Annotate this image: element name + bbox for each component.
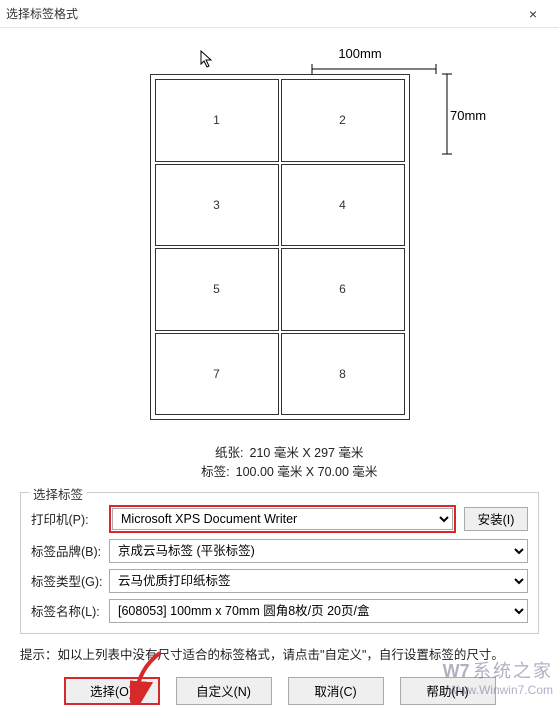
dimension-height-line (442, 72, 452, 156)
close-button[interactable]: × (513, 0, 553, 28)
paper-label: 纸张: (196, 444, 244, 463)
brand-select[interactable]: 京成云马标签 (平张标签) (109, 539, 528, 563)
label-cell-3: 3 (155, 164, 279, 247)
label-size-label: 标签: (182, 463, 230, 482)
name-label: 标签名称(L): (31, 601, 109, 620)
hint-text: 提示：如以上列表中没有尺寸适合的标签格式，请点击"自定义"，自行设置标签的尺寸。 (20, 644, 539, 663)
close-icon: × (529, 6, 537, 22)
type-label: 标签类型(G): (31, 571, 109, 590)
select-label-group: 选择标签 打印机(P): Microsoft XPS Document Writ… (20, 492, 539, 634)
group-title: 选择标签 (29, 484, 87, 503)
printer-select[interactable]: Microsoft XPS Document Writer (112, 508, 453, 530)
label-cell-2: 2 (281, 79, 405, 162)
cursor-icon (200, 50, 214, 68)
name-select[interactable]: [608053] 100mm x 70mm 圆角8枚/页 20页/盒 (109, 599, 528, 623)
brand-label: 标签品牌(B): (31, 541, 109, 560)
dimension-width: 100mm (310, 46, 410, 61)
label-cell-4: 4 (281, 164, 405, 247)
label-cell-1: 1 (155, 79, 279, 162)
cancel-button[interactable]: 取消(C) (288, 677, 384, 705)
install-button[interactable]: 安装(I) (464, 507, 528, 531)
custom-button[interactable]: 自定义(N) (176, 677, 272, 705)
printer-label: 打印机(P): (31, 509, 109, 528)
label-preview: 100mm 70mm 1 2 3 4 5 6 7 8 (20, 36, 539, 436)
titlebar: 选择标签格式 × (0, 0, 559, 28)
button-row: 选择(O) 自定义(N) 取消(C) 帮助(H) (20, 677, 539, 705)
label-cell-8: 8 (281, 333, 405, 416)
label-sheet: 1 2 3 4 5 6 7 8 (150, 74, 410, 420)
dimension-width-line (310, 64, 438, 74)
label-size-value: 100.00 毫米 X 70.00 毫米 (236, 465, 378, 479)
select-button[interactable]: 选择(O) (64, 677, 160, 705)
dimension-height: 70mm (450, 108, 486, 123)
label-cell-7: 7 (155, 333, 279, 416)
window-title: 选择标签格式 (6, 5, 78, 22)
label-cell-6: 6 (281, 248, 405, 331)
type-select[interactable]: 云马优质打印纸标签 (109, 569, 528, 593)
label-cell-5: 5 (155, 248, 279, 331)
help-button[interactable]: 帮助(H) (400, 677, 496, 705)
printer-highlight: Microsoft XPS Document Writer (109, 505, 456, 533)
paper-value: 210 毫米 X 297 毫米 (250, 446, 364, 460)
paper-info: 纸张: 210 毫米 X 297 毫米 标签: 100.00 毫米 X 70.00 … (20, 444, 539, 482)
